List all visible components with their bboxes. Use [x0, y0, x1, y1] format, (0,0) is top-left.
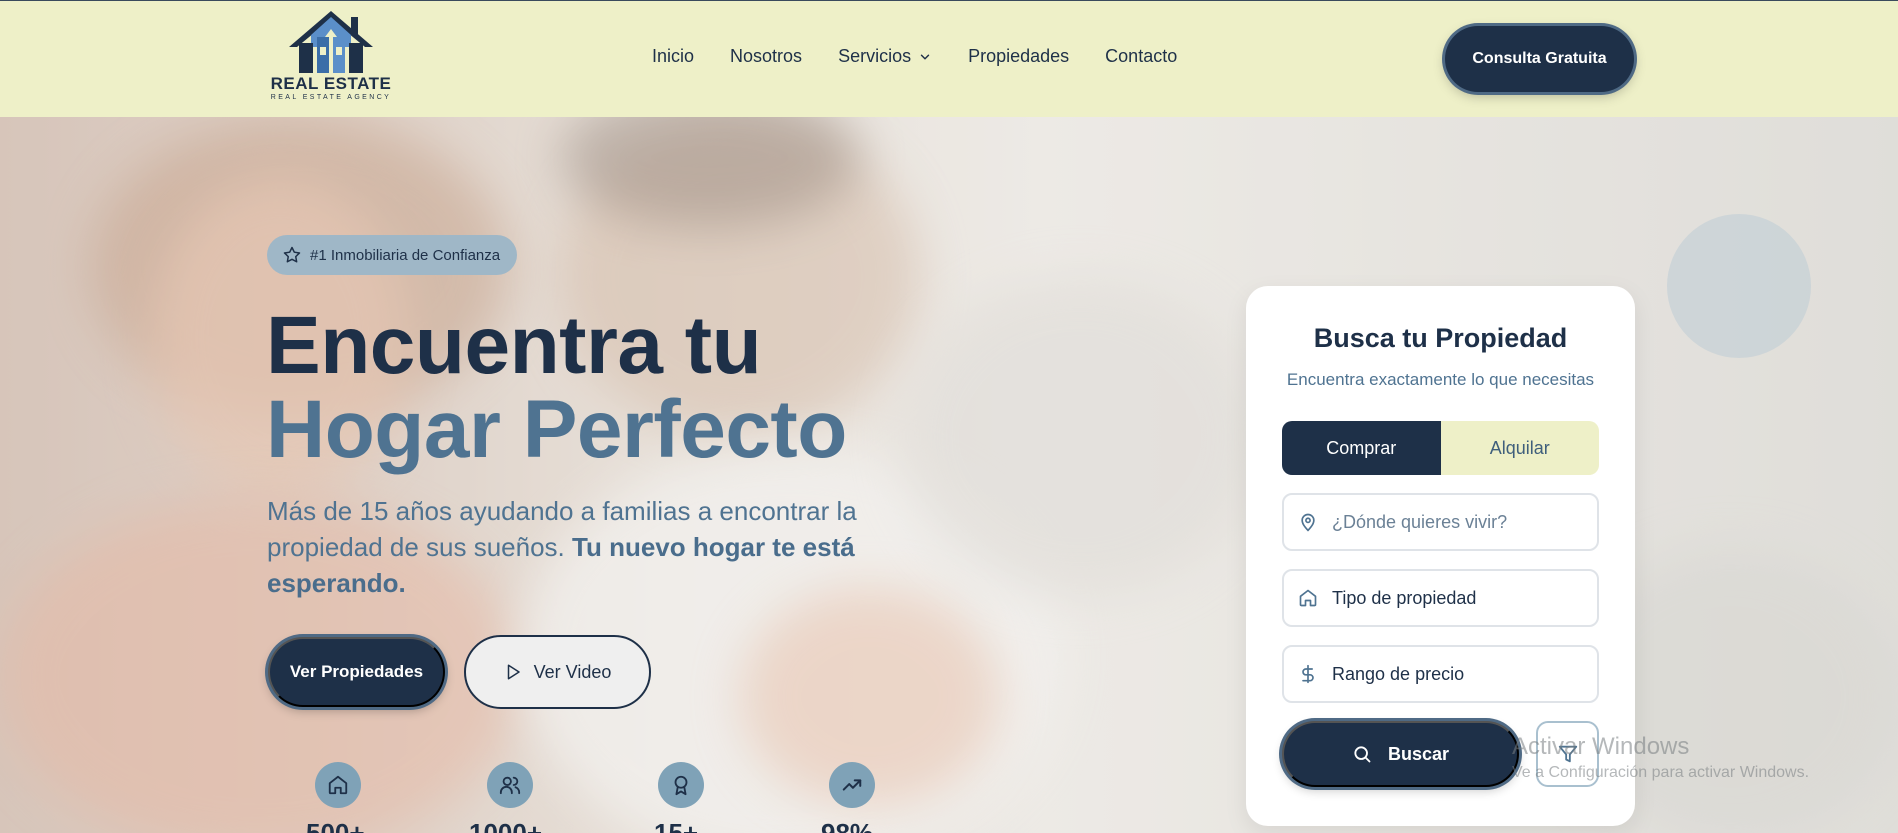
- property-type-label: Tipo de propiedad: [1332, 587, 1477, 608]
- watch-video-label: Ver Video: [533, 661, 612, 682]
- site-header: REAL ESTATE REAL ESTATE AGENCY Inicio No…: [0, 0, 1898, 117]
- logo[interactable]: REAL ESTATE REAL ESTATE AGENCY: [268, 7, 394, 111]
- search-button-label: Buscar: [1387, 743, 1450, 764]
- tab-alquilar[interactable]: Alquilar: [1440, 421, 1599, 475]
- search-icon: [1354, 746, 1371, 763]
- map-pin-icon: [1301, 513, 1315, 532]
- stat-years-value: 15+: [654, 818, 699, 833]
- location-input[interactable]: ¿Dónde quieres vivir?: [1282, 493, 1599, 551]
- dollar-icon: [1302, 664, 1314, 684]
- hero-title-line2: Hogar Perfecto: [266, 384, 847, 475]
- stat-clients: [487, 762, 533, 808]
- hero-subtitle: Más de 15 años ayudando a familias a enc…: [267, 493, 907, 601]
- stat-satisfaction-value: 98%: [821, 818, 874, 833]
- logo-subtitle: REAL ESTATE AGENCY: [270, 94, 392, 101]
- trust-badge: #1 Inmobiliaria de Confianza: [267, 235, 518, 275]
- trust-badge-label: #1 Inmobiliaria de Confianza: [310, 246, 501, 264]
- nav-item-inicio[interactable]: Inicio: [652, 46, 694, 67]
- price-range-label: Rango de precio: [1332, 663, 1465, 684]
- home-icon: [328, 775, 348, 795]
- search-button[interactable]: Buscar: [1282, 721, 1519, 787]
- watermark-line2: Ve a Configuración para activar Windows.: [1512, 764, 1810, 781]
- windows-activation-watermark: Activar Windows Ve a Configuración para …: [1512, 732, 1809, 784]
- stat-satisfaction: [829, 762, 875, 808]
- main-nav: Inicio Nosotros Servicios Propiedades Co…: [652, 46, 1213, 67]
- chevron-down-icon: [920, 54, 930, 60]
- watermark-line1: Activar Windows: [1512, 733, 1690, 760]
- logo-title: REAL ESTATE: [270, 74, 392, 93]
- view-properties-button[interactable]: Ver Propiedades: [268, 637, 445, 707]
- nav-item-servicios[interactable]: Servicios: [838, 46, 932, 67]
- nav-item-contacto[interactable]: Contacto: [1105, 46, 1177, 67]
- search-card-subtitle: Encuentra exactamente lo que necesitas: [1286, 370, 1595, 389]
- search-card-title: Busca tu Propiedad: [1313, 323, 1568, 353]
- location-placeholder: ¿Dónde quieres vivir?: [1332, 511, 1508, 532]
- stat-properties-value: 500+: [306, 818, 365, 833]
- price-range-select[interactable]: Rango de precio: [1282, 645, 1599, 703]
- watch-video-button[interactable]: Ver Video: [464, 635, 651, 709]
- house-logo-icon: [289, 11, 373, 73]
- stat-properties: [315, 762, 361, 808]
- home-icon: [1299, 589, 1317, 607]
- play-icon: [507, 664, 520, 680]
- star-icon: [283, 246, 301, 263]
- tab-comprar[interactable]: Comprar: [1282, 421, 1441, 475]
- nav-item-nosotros[interactable]: Nosotros: [730, 46, 802, 67]
- nav-item-propiedades[interactable]: Propiedades: [968, 46, 1069, 67]
- trending-up-icon: [842, 779, 862, 791]
- property-type-select[interactable]: Tipo de propiedad: [1282, 569, 1599, 627]
- hero-title-line1: Encuentra tu: [266, 300, 762, 391]
- nav-item-servicios-label: Servicios: [838, 46, 912, 66]
- users-icon: [499, 776, 521, 795]
- stat-clients-value: 1000+: [469, 818, 543, 833]
- award-icon: [674, 775, 688, 796]
- free-consultation-button[interactable]: Consulta Gratuita: [1445, 26, 1634, 92]
- decorative-circle: [1667, 214, 1811, 358]
- operation-tabs: Comprar Alquilar: [1282, 421, 1599, 475]
- stat-years: [658, 762, 704, 808]
